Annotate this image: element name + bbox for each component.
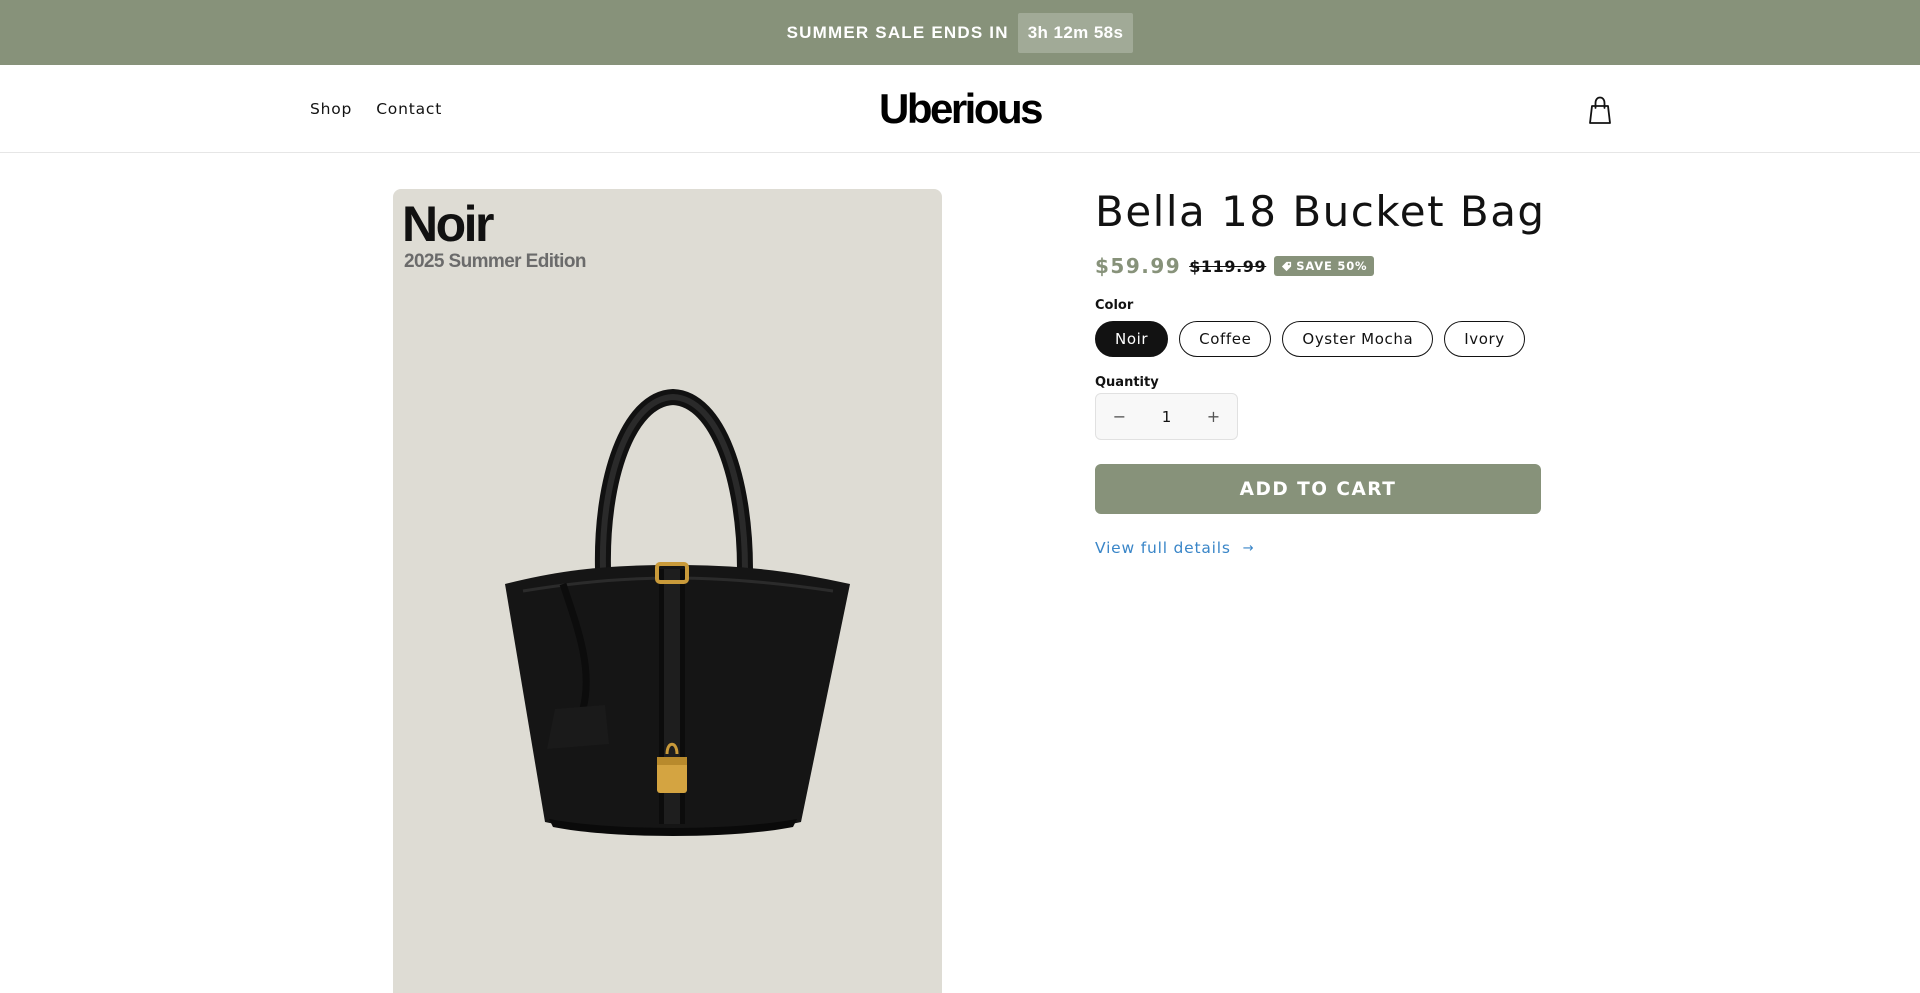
color-option-ivory[interactable]: Ivory — [1444, 321, 1525, 357]
arrow-right-icon: → — [1242, 540, 1255, 556]
quantity-increase-button[interactable]: + — [1190, 394, 1237, 439]
color-option-oyster-mocha[interactable]: Oyster Mocha — [1282, 321, 1434, 357]
color-label: Color — [1095, 298, 1134, 313]
quantity-stepper: − 1 + — [1095, 393, 1238, 440]
product-info: Bella 18 Bucket Bag $59.99 $119.99 SAVE … — [1095, 183, 1555, 557]
product-image[interactable]: Noir 2025 Summer Edition — [393, 189, 942, 993]
site-header: Shop Contact Uberious — [0, 65, 1920, 153]
color-options: Noir Coffee Oyster Mocha Ivory — [1095, 321, 1525, 357]
image-subtitle: 2025 Summer Edition — [404, 251, 586, 272]
tag-icon — [1282, 261, 1292, 271]
view-full-details-link[interactable]: View full details → — [1095, 539, 1254, 557]
nav-shop-link[interactable]: Shop — [310, 100, 352, 118]
sale-price: $59.99 — [1095, 254, 1182, 278]
shopping-bag-icon[interactable] — [1586, 95, 1614, 125]
countdown-timer: 3h 12m 58s — [1017, 12, 1134, 53]
add-to-cart-button[interactable]: ADD TO CART — [1095, 464, 1541, 514]
quantity-decrease-button[interactable]: − — [1096, 394, 1143, 439]
site-logo[interactable]: Uberious — [879, 84, 1044, 134]
quantity-input[interactable]: 1 — [1143, 408, 1190, 426]
save-badge-label: SAVE 50% — [1296, 259, 1368, 273]
compare-price: $119.99 — [1189, 256, 1267, 276]
color-option-noir[interactable]: Noir — [1095, 321, 1169, 357]
image-title: Noir — [402, 196, 495, 252]
nav-contact-link[interactable]: Contact — [376, 100, 442, 118]
main-nav: Shop Contact — [310, 65, 442, 153]
view-details-label: View full details — [1095, 539, 1231, 557]
bucket-bag-illustration — [505, 388, 850, 836]
announcement-bar: SUMMER SALE ENDS IN 3h 12m 58s — [0, 0, 1920, 65]
quantity-label: Quantity — [1095, 375, 1159, 390]
save-badge: SAVE 50% — [1274, 256, 1375, 276]
color-option-coffee[interactable]: Coffee — [1179, 321, 1272, 357]
price-row: $59.99 $119.99 SAVE 50% — [1095, 254, 1375, 278]
announcement-text: SUMMER SALE ENDS IN — [786, 22, 1009, 42]
product-title: Bella 18 Bucket Bag — [1095, 187, 1546, 236]
